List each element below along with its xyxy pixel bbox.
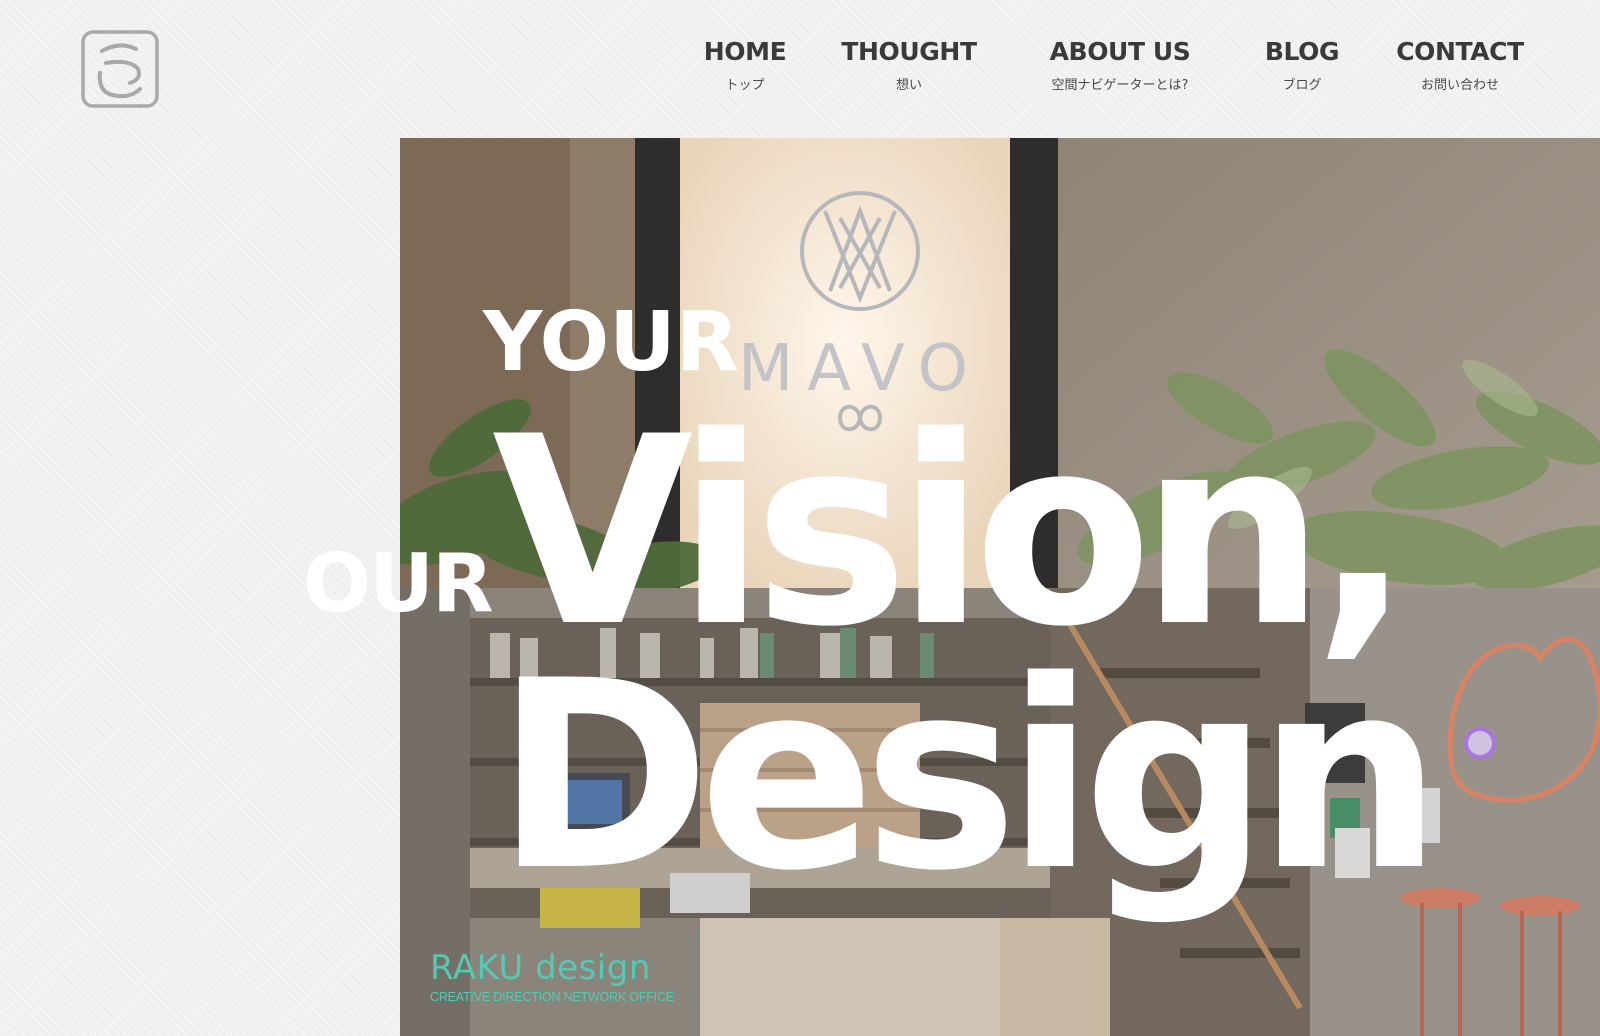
brand-tagline: CREATIVE DIRECTION NETWORK OFFICE: [430, 990, 674, 1004]
main-navigation: HOME トップ THOUGHT 想い ABOUT US 空間ナビゲーターとは?…: [0, 36, 1600, 106]
nav-item-blog-label: BLOG: [1264, 37, 1340, 66]
nav-item-about-us-label: ABOUT US: [1049, 37, 1191, 66]
nav-item-thought-label: THOUGHT: [841, 37, 977, 66]
hero-headline-our: OUR: [303, 537, 494, 630]
nav-item-contact-label: CONTACT: [1396, 37, 1524, 66]
nav-item-home-sublabel: トップ: [725, 78, 765, 93]
raku-design-brand: RAKU design CREATIVE DIRECTION NETWORK O…: [430, 950, 674, 1004]
hero-headline-vision: Vision,: [492, 382, 1412, 684]
nav-item-blog-sublabel: ブログ: [1282, 78, 1322, 93]
hero-headline-design: Design: [495, 626, 1442, 928]
nav-item-blog[interactable]: BLOG ブログ: [1264, 36, 1340, 94]
nav-item-contact-sublabel: お問い合わせ: [1420, 78, 1499, 93]
nav-item-thought-sublabel: 想い: [895, 78, 923, 93]
nav-item-thought[interactable]: THOUGHT 想い: [841, 36, 977, 94]
nav-item-home-label: HOME: [703, 37, 787, 66]
nav-item-contact[interactable]: CONTACT お問い合わせ: [1396, 36, 1524, 94]
nav-item-about-us-sublabel: 空間ナビゲーターとは?: [1051, 78, 1189, 93]
brand-name: RAKU design: [430, 948, 651, 988]
nav-item-home[interactable]: HOME トップ: [704, 36, 787, 94]
nav-item-about-us[interactable]: ABOUT US 空間ナビゲーターとは?: [1050, 36, 1191, 94]
hero-headline-your: YOUR: [483, 295, 739, 390]
